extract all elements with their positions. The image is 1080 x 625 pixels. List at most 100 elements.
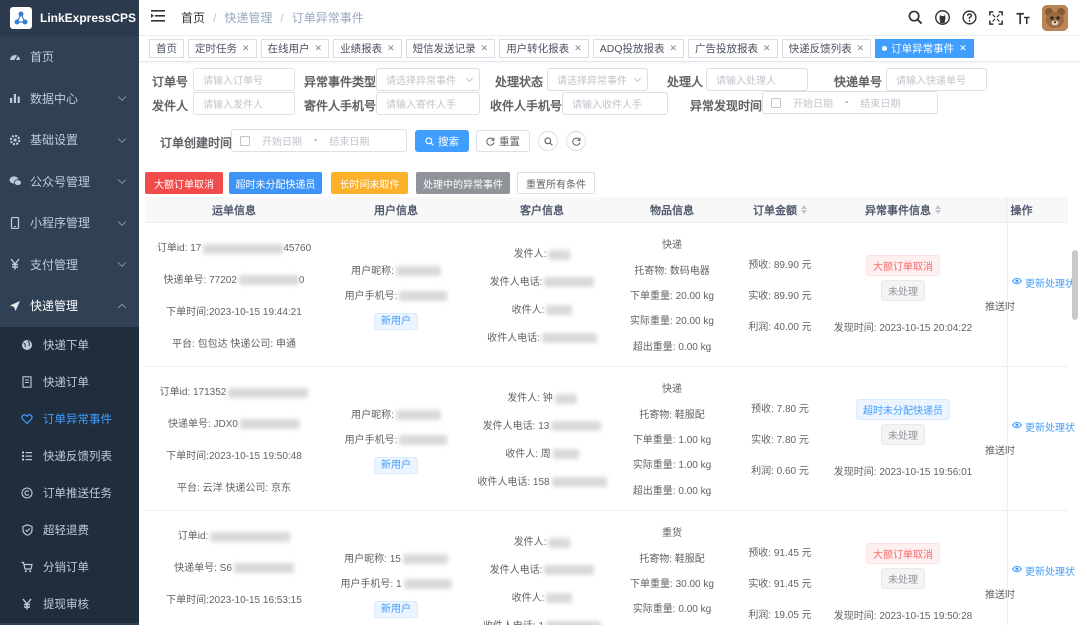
order-no-input[interactable]: 请输入订单号 [193, 68, 295, 91]
status-select[interactable]: 请选择异常事件 [547, 68, 648, 91]
quick-filter-2[interactable]: 长时间未取件 [331, 172, 408, 194]
sidebar-item-0[interactable]: 首页 [0, 36, 139, 78]
breadcrumb-home[interactable]: 首页 [181, 9, 205, 26]
pre-amount-text: 预收: 91.45 元 [748, 548, 812, 559]
user-cell: 用户昵称: 用户手机号: 新用户 [323, 367, 469, 510]
sidebar-subitem-6[interactable]: 分销订单 [0, 549, 139, 586]
tab-4[interactable]: 短信发送记录 ✕ [405, 39, 496, 58]
sender-input[interactable]: 请输入发件人 [193, 92, 295, 115]
goods-cell: 快递 托寄物: 数码电器 下单重量: 20.00 kg 实际重量: 20.00 kg 超… [615, 223, 729, 366]
found-time-label: 异常发现时间 [690, 99, 763, 113]
user-nick: 用户昵称: [351, 406, 441, 421]
tab-label: 业绩报表 [340, 43, 383, 55]
quick-filter-1[interactable]: 超时未分配快递员 [229, 172, 322, 194]
tab-2[interactable]: 在线用户 ✕ [260, 39, 330, 58]
column-header-4[interactable]: 订单金额 [729, 202, 831, 218]
sidebar-subitem-0[interactable]: 快递下单 [0, 327, 139, 364]
toggle-search-button[interactable] [538, 131, 558, 151]
quick-filter-4[interactable]: 重置所有条件 [517, 172, 595, 194]
close-icon[interactable]: ✕ [481, 43, 489, 54]
order-id-text: 订单id: 17 [156, 243, 202, 255]
update-status-link[interactable]: 更新处理状 [1011, 419, 1075, 434]
redacted-value [395, 410, 441, 421]
tab-8[interactable]: 快递反馈列表 ✕ [781, 39, 872, 58]
sidebar-item-2[interactable]: 基础设置 [0, 119, 139, 161]
tab-9[interactable]: 订单异常事件 ✕ [875, 39, 974, 58]
close-icon[interactable]: ✕ [763, 43, 771, 54]
quick-filter-3[interactable]: 处理中的异常事件 [416, 172, 510, 194]
sort-icon[interactable] [801, 205, 807, 214]
close-icon[interactable]: ✕ [574, 43, 582, 54]
created-time-range[interactable]: 开始日期 - 结束日期 [231, 129, 407, 152]
search-icon[interactable] [907, 10, 923, 26]
sidebar-item-1[interactable]: 数据中心 [0, 78, 139, 120]
quick-filter-0[interactable]: 大额订单取消 [145, 172, 223, 194]
tab-label: 订单异常事件 [891, 43, 955, 55]
receiver-phone-input[interactable]: 请输入收件人手 [562, 92, 668, 115]
column-header-5[interactable]: 异常事件信息 [831, 202, 975, 218]
close-icon[interactable]: ✕ [857, 43, 865, 54]
handler-input[interactable]: 请输入处理人 [706, 68, 808, 91]
app-logo[interactable]: LinkExpressCPS [0, 0, 139, 36]
table-row: 订单id: 17 45760 快递单号: 77202 0 下单时间:2023-10-15… [145, 223, 1075, 367]
sidebar-item-label: 支付管理 [30, 257, 79, 272]
found-time-range[interactable]: 开始日期 - 结束日期 [762, 91, 938, 114]
vertical-scrollbar[interactable] [1072, 250, 1078, 320]
event-type-select[interactable]: 请选择异常事件 [376, 68, 480, 91]
help-icon[interactable] [961, 10, 977, 26]
refresh-icon [571, 137, 580, 146]
receiver-phone-label: 收件人手机号 [490, 99, 563, 113]
update-status-link[interactable]: 更新处理状 [1011, 275, 1075, 290]
event-type-badge: 大额订单取消 [866, 255, 940, 276]
sidebar-subitem-3[interactable]: 快递反馈列表 [0, 438, 139, 475]
redacted-value [546, 593, 573, 604]
close-icon[interactable]: ✕ [387, 43, 395, 54]
sidebar-item-5[interactable]: 支付管理 [0, 244, 139, 286]
sidebar: LinkExpressCPS 首页 数据中心 基础设置 公众号管理 小程序管理支付管理快… [0, 0, 139, 625]
sidebar-item-6[interactable]: 快递管理 [0, 285, 139, 327]
tab-6[interactable]: ADQ投放报表 ✕ [592, 39, 685, 58]
sidebar-subitem-4[interactable]: 订单推送任务 [0, 475, 139, 512]
refresh-button[interactable] [566, 131, 586, 151]
range-dash: - [845, 97, 849, 108]
express-no-input[interactable]: 请输入快递单号 [886, 68, 987, 91]
close-icon[interactable]: ✕ [670, 43, 678, 54]
tab-5[interactable]: 用户转化报表 ✕ [499, 39, 589, 58]
eye-icon [1011, 277, 1023, 288]
tab-0[interactable]: 首页 [149, 39, 184, 58]
tab-3[interactable]: 业绩报表 ✕ [333, 39, 402, 58]
sidebar-subitem-5[interactable]: 超轻退费 [0, 512, 139, 549]
column-header-1: 用户信息 [323, 202, 469, 218]
fullscreen-icon[interactable] [988, 10, 1004, 26]
profit-amount-text: 利润: 19.05 元 [748, 610, 812, 621]
sidebar-subitem-1[interactable]: 快递订单 [0, 364, 139, 401]
sidebar-subitem-7[interactable]: 提现审核 [0, 586, 139, 623]
sender-text: 发件人: [513, 249, 547, 261]
yen-icon [8, 257, 22, 271]
tab-1[interactable]: 定时任务 ✕ [188, 39, 257, 58]
breadcrumb-express[interactable]: 快递管理 [224, 9, 272, 26]
sort-icon[interactable] [935, 205, 941, 214]
customer-cell: 发件人: 发件人电话: 收件人: 收件人电话: [469, 223, 615, 366]
close-icon[interactable]: ✕ [959, 43, 967, 54]
tab-7[interactable]: 广告投放报表 ✕ [688, 39, 778, 58]
hamburger-icon[interactable] [151, 10, 165, 25]
reset-button[interactable]: 重置 [476, 130, 530, 152]
close-icon[interactable]: ✕ [315, 43, 323, 54]
user-avatar[interactable] [1042, 4, 1068, 31]
search-button[interactable]: 搜索 [415, 130, 469, 152]
github-icon[interactable] [934, 10, 950, 26]
sidebar-item-4[interactable]: 小程序管理 [0, 202, 139, 244]
font-size-icon[interactable] [1015, 10, 1031, 26]
top-header: 首页 / 快递管理 / 订单异常事件 [139, 0, 1080, 36]
actual-weight: 实际重量: 1.00 kg [633, 456, 711, 471]
update-status-link[interactable]: 更新处理状 [1011, 563, 1075, 578]
sidebar-subitem-label: 超轻退费 [43, 525, 89, 537]
sender-phone-input[interactable]: 请输入寄件人手 [376, 92, 480, 115]
sidebar-subitem-2[interactable]: 订单异常事件 [0, 401, 139, 438]
send-icon [8, 299, 22, 313]
close-icon[interactable]: ✕ [242, 43, 250, 54]
tab-label: 广告投放报表 [695, 43, 759, 55]
list-icon [20, 449, 34, 463]
sidebar-item-3[interactable]: 公众号管理 [0, 161, 139, 203]
